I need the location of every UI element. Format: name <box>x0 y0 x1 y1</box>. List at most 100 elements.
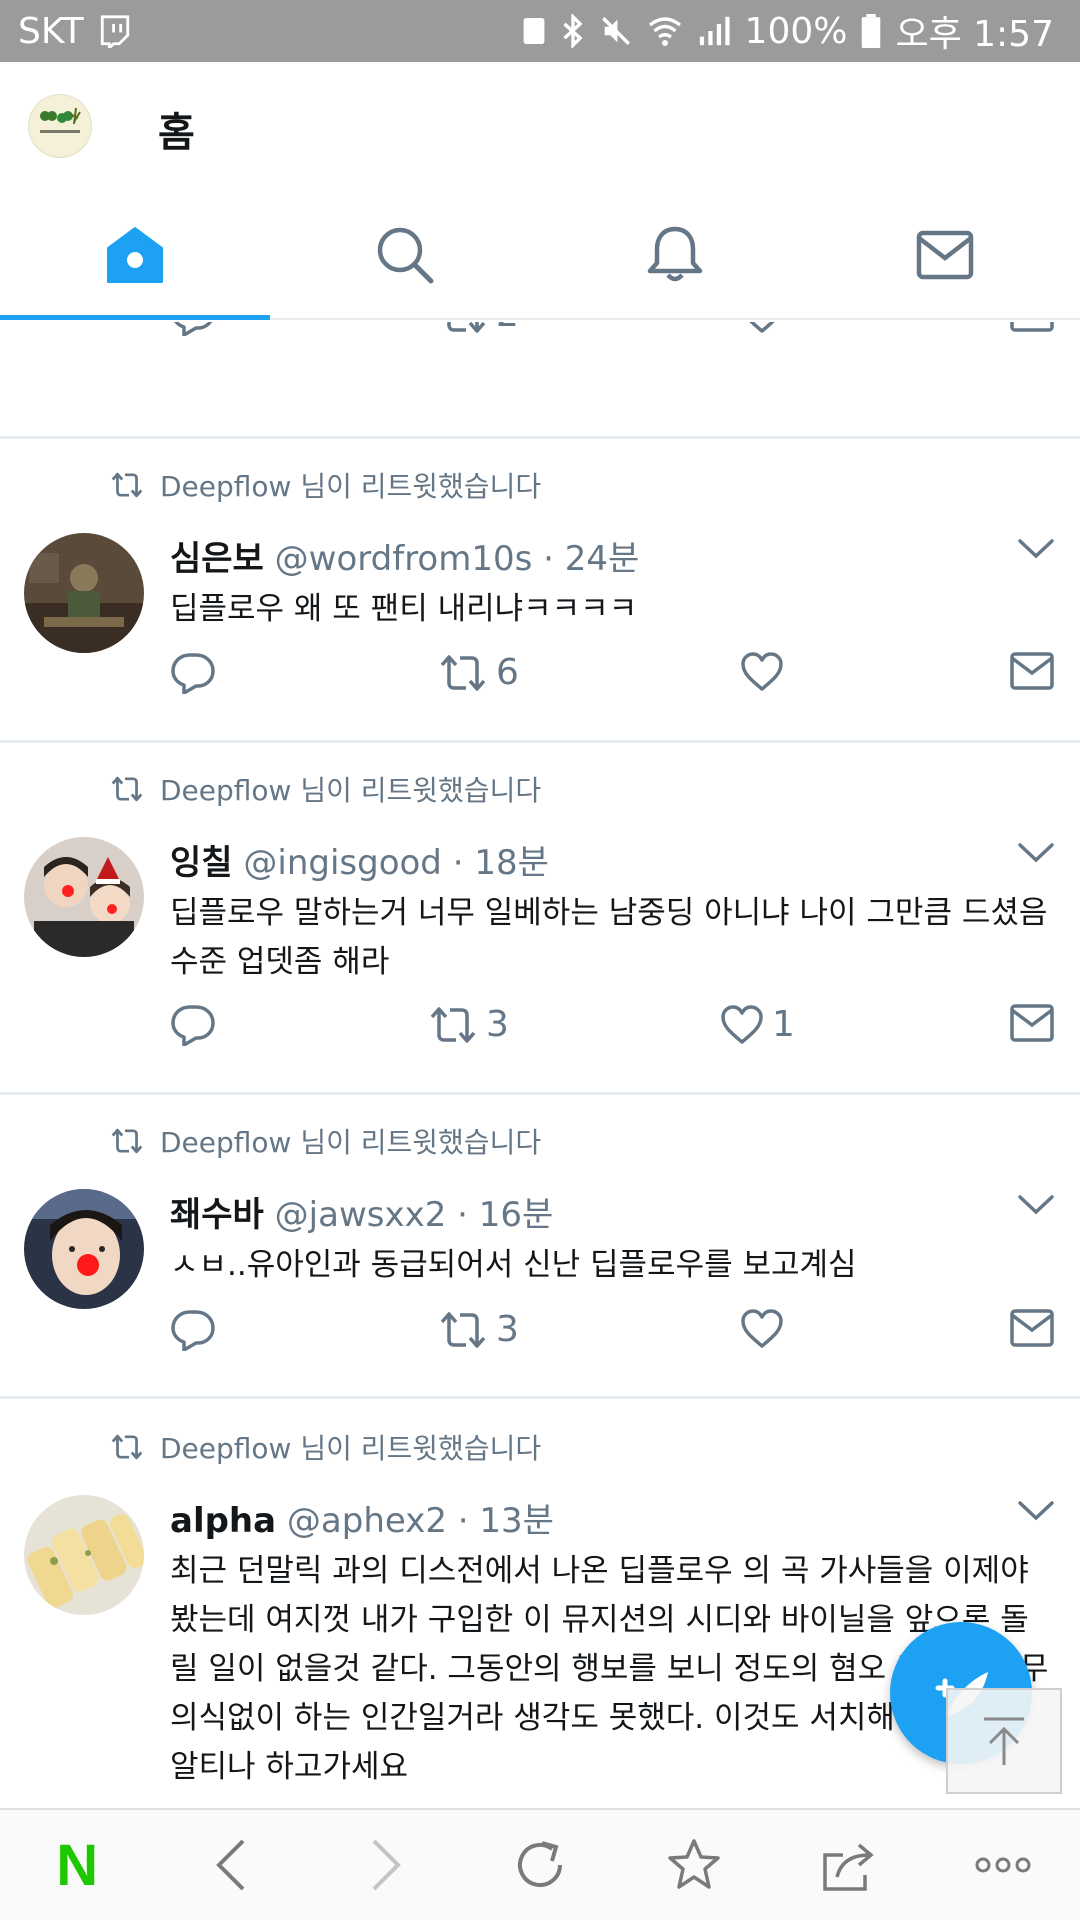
tweet-card[interactable]: Deepflow 님이 리트윗했습니다 좨수바 @jawsxx2 · 16분 ㅅ… <box>0 1095 1080 1309</box>
twitch-icon <box>98 14 132 48</box>
avatar[interactable] <box>24 1189 144 1309</box>
timestamp[interactable]: 13분 <box>479 1501 554 1541</box>
retweet-button[interactable]: 3 <box>438 1309 519 1350</box>
retweet-button[interactable]: 3 <box>428 1004 509 1045</box>
bookmark-button[interactable] <box>644 1815 744 1915</box>
chevron-down-icon[interactable] <box>1016 841 1056 865</box>
tweet-header: 좨수바 @jawsxx2 · 16분 <box>170 1187 553 1236</box>
tab-notifications[interactable] <box>540 192 810 318</box>
retweet-context: Deepflow 님이 리트윗했습니다 <box>110 465 541 505</box>
reply-button[interactable] <box>170 1309 216 1351</box>
tab-search[interactable] <box>270 192 540 318</box>
retweet-count: 3 <box>496 1309 519 1350</box>
like-button[interactable]: 1 <box>720 1004 795 1045</box>
search-icon <box>377 227 434 284</box>
tab-messages[interactable] <box>810 192 1080 318</box>
retweet-small-icon <box>111 776 143 802</box>
more-menu-button[interactable] <box>953 1815 1053 1915</box>
tweet-card[interactable]: Deepflow 님이 리트윗했습니다 심은보 @wordfrom10s · 2… <box>0 439 1080 653</box>
mail-icon <box>1010 1004 1054 1042</box>
heart-icon <box>741 1309 783 1348</box>
retweet-count: 2 <box>496 322 519 335</box>
more-dots-icon <box>975 1857 1031 1873</box>
retweet-icon <box>440 1311 486 1348</box>
timestamp[interactable]: 18분 <box>474 843 549 883</box>
signal-icon <box>697 15 731 47</box>
tweet-header: 심은보 @wordfrom10s · 24분 <box>170 531 639 580</box>
display-name[interactable]: 좨수바 <box>170 1195 264 1235</box>
home-icon <box>107 227 163 283</box>
page-title: 홈 <box>158 110 195 156</box>
scroll-to-top-button[interactable] <box>946 1688 1062 1794</box>
mail-icon <box>916 230 974 280</box>
heart-icon <box>741 652 783 691</box>
refresh-icon <box>517 1841 562 1887</box>
timestamp[interactable]: 16분 <box>479 1195 554 1235</box>
like-button[interactable] <box>740 1309 792 1349</box>
dm-button[interactable] <box>1010 1004 1054 1042</box>
tweet-header: alpha @aphex2 · 13분 <box>170 1493 554 1542</box>
tweet-actions: 6 <box>0 652 1080 712</box>
tweet-card[interactable]: Deepflow 님이 리트윗했습니다 잉칠 @ingisgood · 18분 … <box>0 743 1080 993</box>
carrier-label: SKT <box>18 10 84 52</box>
clover-logo-icon <box>30 96 90 156</box>
timeline: 2 Deepflow 님이 리트윗했습니다 심은보 @wor <box>0 322 1080 1808</box>
avatar[interactable] <box>24 837 144 957</box>
retweet-context: Deepflow 님이 리트윗했습니다 <box>110 1121 541 1161</box>
retweet-small-icon <box>111 1128 143 1154</box>
retweet-icon <box>430 1006 476 1043</box>
star-icon <box>668 1839 721 1889</box>
retweet-button[interactable]: 2 <box>438 322 519 335</box>
retweet-count: 3 <box>486 1004 509 1045</box>
like-button[interactable] <box>740 322 784 334</box>
reply-button[interactable] <box>170 652 216 694</box>
retweet-context-label: Deepflow 님이 리트윗했습니다 <box>160 1432 542 1465</box>
handle[interactable]: @ingisgood <box>243 843 442 883</box>
tweet-header: 잉칠 @ingisgood · 18분 <box>170 835 549 884</box>
share-button[interactable] <box>799 1815 899 1915</box>
chevron-down-icon[interactable] <box>1016 1499 1056 1523</box>
bell-icon <box>647 226 703 282</box>
battery-percent: 100% <box>744 10 848 52</box>
avatar[interactable] <box>24 533 144 653</box>
timestamp[interactable]: 24분 <box>565 539 640 579</box>
display-name[interactable]: 잉칠 <box>170 843 233 883</box>
display-name[interactable]: 심은보 <box>170 539 264 579</box>
forward-button[interactable] <box>336 1815 436 1915</box>
avatar-image <box>24 1189 144 1309</box>
wifi-icon <box>647 15 683 47</box>
chevron-down-icon[interactable] <box>1016 1193 1056 1217</box>
reply-icon <box>171 1310 215 1351</box>
handle[interactable]: @aphex2 <box>287 1501 447 1541</box>
retweet-icon <box>447 322 486 333</box>
reply-icon <box>171 653 215 694</box>
heart-icon <box>749 322 775 333</box>
reply-button[interactable] <box>170 322 216 336</box>
reply-icon <box>174 322 213 336</box>
mute-icon <box>599 14 633 48</box>
separator-dot: · <box>457 1195 468 1235</box>
reply-icon <box>171 1005 215 1046</box>
dm-button[interactable] <box>1010 322 1054 332</box>
retweet-button[interactable]: 6 <box>438 652 519 693</box>
tweet-actions: 3 1 <box>0 1004 1080 1064</box>
app-header: 홈 <box>0 62 1080 192</box>
dm-button[interactable] <box>1010 652 1054 690</box>
naver-home-button[interactable]: N <box>27 1815 127 1915</box>
arrow-up-icon <box>984 1717 1024 1765</box>
back-button[interactable] <box>181 1815 281 1915</box>
tweet-text: ㅅㅂ..유아인과 동급되어서 신난 딥플로우를 보고계심 <box>170 1247 857 1283</box>
display-name[interactable]: alpha <box>170 1501 276 1541</box>
separator-dot: · <box>543 539 554 579</box>
reload-button[interactable] <box>490 1815 590 1915</box>
avatar[interactable] <box>24 1495 144 1615</box>
like-button[interactable] <box>740 652 792 692</box>
handle[interactable]: @wordfrom10s <box>275 539 533 579</box>
recycle-icon <box>521 15 547 47</box>
chevron-down-icon[interactable] <box>1016 537 1056 561</box>
tab-home[interactable] <box>0 192 270 320</box>
reply-button[interactable] <box>170 1004 216 1046</box>
dm-button[interactable] <box>1010 1309 1054 1347</box>
profile-avatar[interactable] <box>28 94 92 158</box>
handle[interactable]: @jawsxx2 <box>275 1195 447 1235</box>
